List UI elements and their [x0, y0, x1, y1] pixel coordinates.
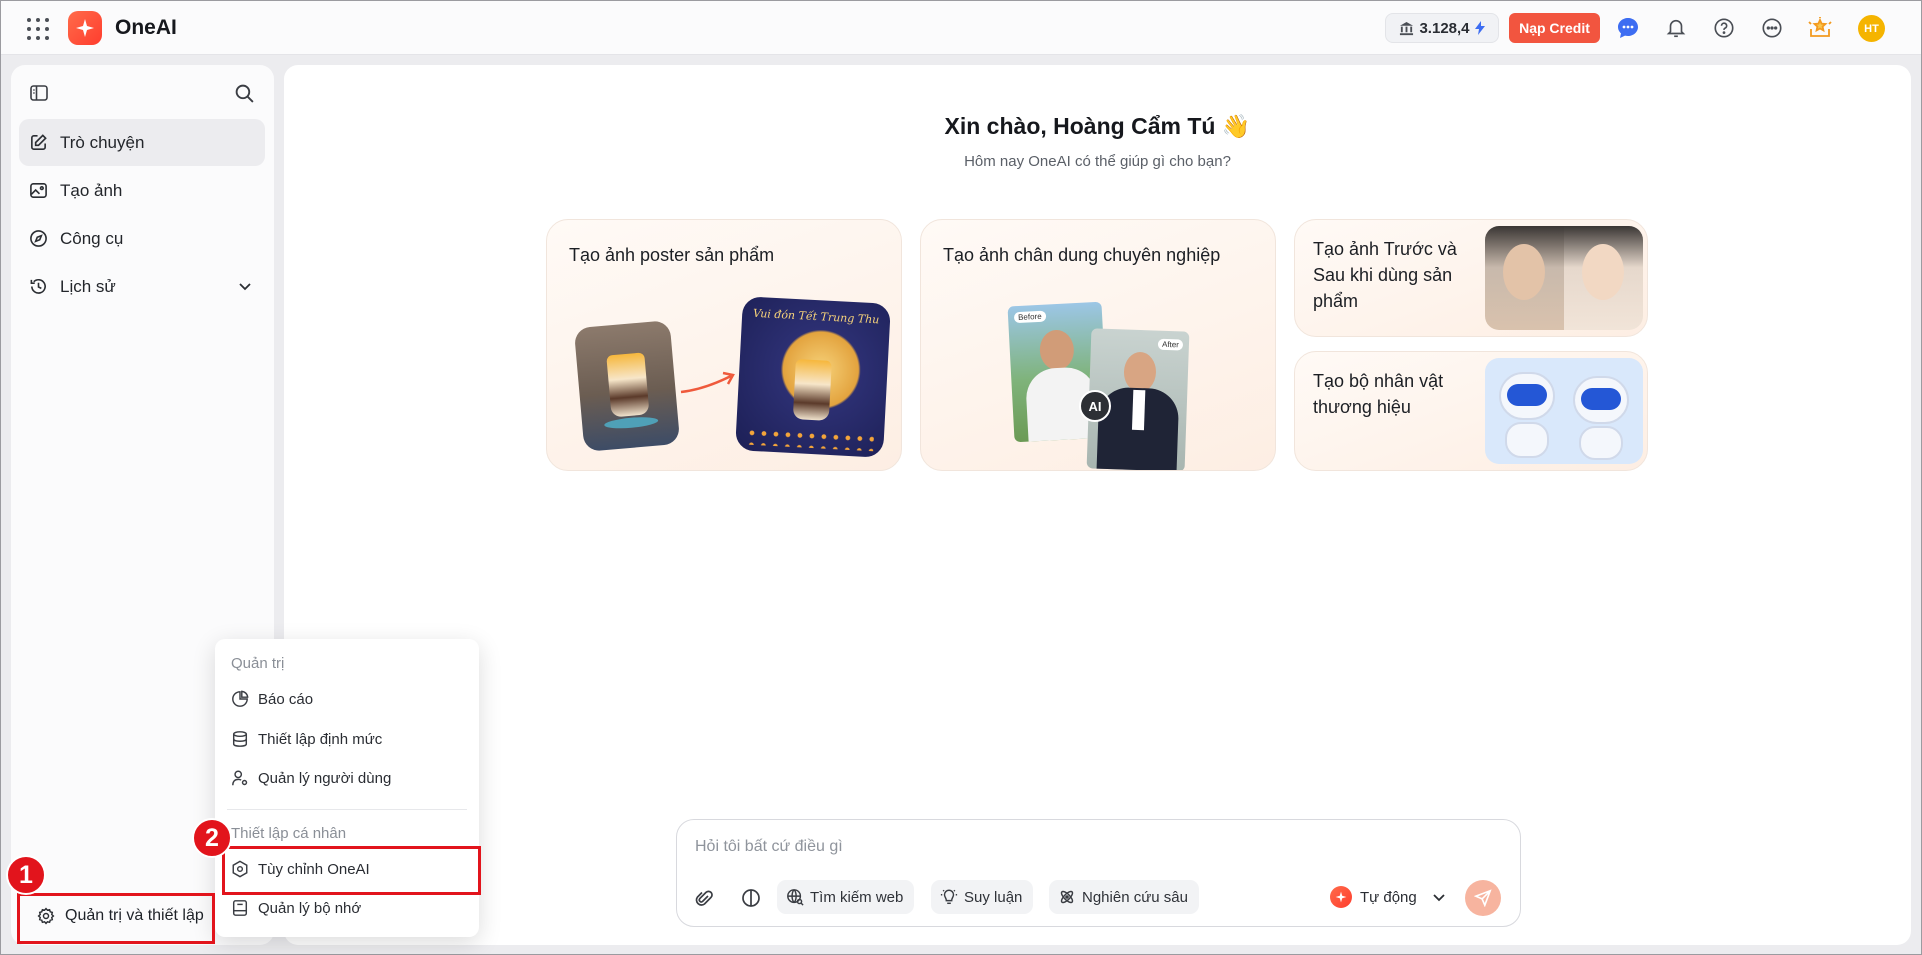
- sidebar-item-tools[interactable]: Công cụ: [19, 215, 265, 262]
- greeting-subtitle: Hôm nay OneAI có thể giúp gì cho bạn?: [964, 153, 1231, 170]
- chip-label: Nghiên cứu sâu: [1082, 888, 1188, 906]
- apps-grid-icon[interactable]: [27, 18, 49, 40]
- ai-badge: AI: [1079, 390, 1111, 422]
- send-button[interactable]: [1465, 880, 1501, 916]
- card-professional-portrait[interactable]: Tạo ảnh chân dung chuyên nghiệp Before A…: [920, 219, 1276, 471]
- reasoning-chip[interactable]: Suy luận: [931, 880, 1034, 914]
- chat-input[interactable]: Hỏi tôi bất cứ điều gì: [695, 838, 843, 856]
- menu-item-label: Quản lý người dùng: [258, 769, 392, 787]
- chip-label: Suy luận: [964, 888, 1023, 906]
- before-tag: Before: [1013, 310, 1046, 324]
- send-icon: [1474, 889, 1492, 907]
- brand-name[interactable]: OneAI: [115, 16, 177, 40]
- more-icon[interactable]: [1759, 15, 1785, 41]
- pie-chart-icon: [232, 690, 249, 707]
- user-settings-icon: [232, 770, 248, 786]
- menu-item-quota-settings[interactable]: Thiết lập định mức: [231, 730, 382, 748]
- card-product-poster[interactable]: Tạo ảnh poster sản phẩm Vui đón Tết Trun…: [546, 219, 902, 471]
- bell-icon[interactable]: [1663, 15, 1689, 41]
- split-view-icon[interactable]: [741, 888, 761, 913]
- card-title: Tạo ảnh poster sản phẩm: [569, 245, 775, 265]
- rewards-icon[interactable]: [1807, 15, 1833, 41]
- compass-icon: [30, 230, 47, 247]
- atom-icon: [1060, 890, 1074, 904]
- menu-item-label: Quản lý bộ nhớ: [258, 899, 362, 917]
- chevron-down-icon[interactable]: [237, 278, 253, 294]
- greeting-title: Xin chào, Hoàng Cẩm Tú 👋: [944, 113, 1251, 139]
- sidebar-item-history[interactable]: Lịch sử: [19, 263, 265, 310]
- before-after-photo: [1485, 226, 1643, 330]
- card-title: Tạo ảnh chân dung chuyên nghiệp: [943, 245, 1221, 265]
- mascot-photo: [1485, 358, 1643, 464]
- memory-icon: [232, 900, 248, 916]
- sidebar-item-label: Tạo ảnh: [60, 180, 123, 200]
- card-title: Tạo ảnh Trước và Sau khi dùng sản phẩm: [1313, 239, 1457, 311]
- credit-amount: 3.128,4: [1419, 19, 1470, 37]
- sidebar-item-label: Lịch sử: [60, 276, 116, 296]
- poster-text: Vui đón Tết Trung Thu: [752, 306, 880, 327]
- user-avatar[interactable]: HT: [1858, 15, 1885, 42]
- chip-label: Tìm kiếm web: [810, 888, 904, 906]
- sidebar-toggle-icon[interactable]: [29, 83, 49, 108]
- image-edit-icon: [30, 183, 47, 198]
- after-tag: After: [1157, 338, 1184, 351]
- menu-section-personal: Thiết lập cá nhân: [231, 825, 347, 842]
- model-selector[interactable]: Tự động: [1330, 886, 1447, 908]
- bank-icon: [1400, 21, 1414, 35]
- topup-credit-button[interactable]: Nạp Credit: [1509, 13, 1600, 43]
- product-photo: [573, 320, 681, 452]
- menu-item-user-management[interactable]: Quản lý người dùng: [231, 769, 391, 787]
- menu-item-reports[interactable]: Báo cáo: [231, 690, 313, 708]
- edit-icon: [31, 134, 47, 150]
- card-before-after[interactable]: Tạo ảnh Trước và Sau khi dùng sản phẩm: [1294, 219, 1648, 337]
- globe-search-icon: [787, 889, 804, 906]
- oneai-logo-icon[interactable]: [68, 11, 102, 45]
- card-brand-characters[interactable]: Tạo bộ nhân vật thương hiệu: [1294, 351, 1648, 471]
- database-icon: [232, 731, 248, 747]
- search-icon[interactable]: [234, 83, 255, 109]
- oneai-model-icon: [1330, 886, 1352, 908]
- lightbulb-icon: [940, 889, 958, 905]
- help-icon[interactable]: [1711, 15, 1737, 41]
- history-icon: [30, 279, 46, 294]
- card-title: Tạo bộ nhân vật thương hiệu: [1313, 371, 1444, 417]
- menu-divider: [227, 809, 467, 810]
- chat-composer[interactable]: Hỏi tôi bất cứ điều gì Tìm kiếm web Suy …: [676, 819, 1521, 927]
- menu-item-label: Báo cáo: [258, 690, 314, 708]
- sidebar-item-create-image[interactable]: Tạo ảnh: [19, 167, 265, 214]
- chat-bubble-icon[interactable]: [1615, 15, 1641, 41]
- menu-section-admin: Quản trị: [231, 655, 285, 672]
- attach-icon[interactable]: [695, 888, 713, 913]
- step-marker-2: 2: [192, 818, 232, 858]
- highlight-customize-item: [222, 846, 481, 895]
- sidebar-item-chat[interactable]: Trò chuyện: [19, 119, 265, 166]
- step-marker-1: 1: [6, 855, 46, 895]
- top-bar: OneAI 3.128,4 Nạp Credit HT: [1, 1, 1921, 55]
- poster-preview: Vui đón Tết Trung Thu: [735, 296, 891, 458]
- credit-balance[interactable]: 3.128,4: [1385, 13, 1499, 43]
- menu-item-memory-management[interactable]: Quản lý bộ nhớ: [231, 899, 361, 917]
- deep-research-chip[interactable]: Nghiên cứu sâu: [1049, 880, 1199, 914]
- menu-item-label: Thiết lập định mức: [258, 730, 383, 748]
- arrow-right-icon: [680, 371, 735, 394]
- bolt-icon: [1474, 21, 1485, 35]
- web-search-chip[interactable]: Tìm kiếm web: [777, 880, 915, 914]
- chevron-down-icon: [1433, 894, 1445, 902]
- highlight-admin-button: [17, 893, 215, 944]
- sidebar-item-label: Trò chuyện: [60, 132, 145, 152]
- sidebar-item-label: Công cụ: [60, 228, 124, 248]
- main-panel: Xin chào, Hoàng Cẩm Tú 👋 Hôm nay OneAI c…: [284, 65, 1911, 945]
- model-label: Tự động: [1360, 888, 1417, 906]
